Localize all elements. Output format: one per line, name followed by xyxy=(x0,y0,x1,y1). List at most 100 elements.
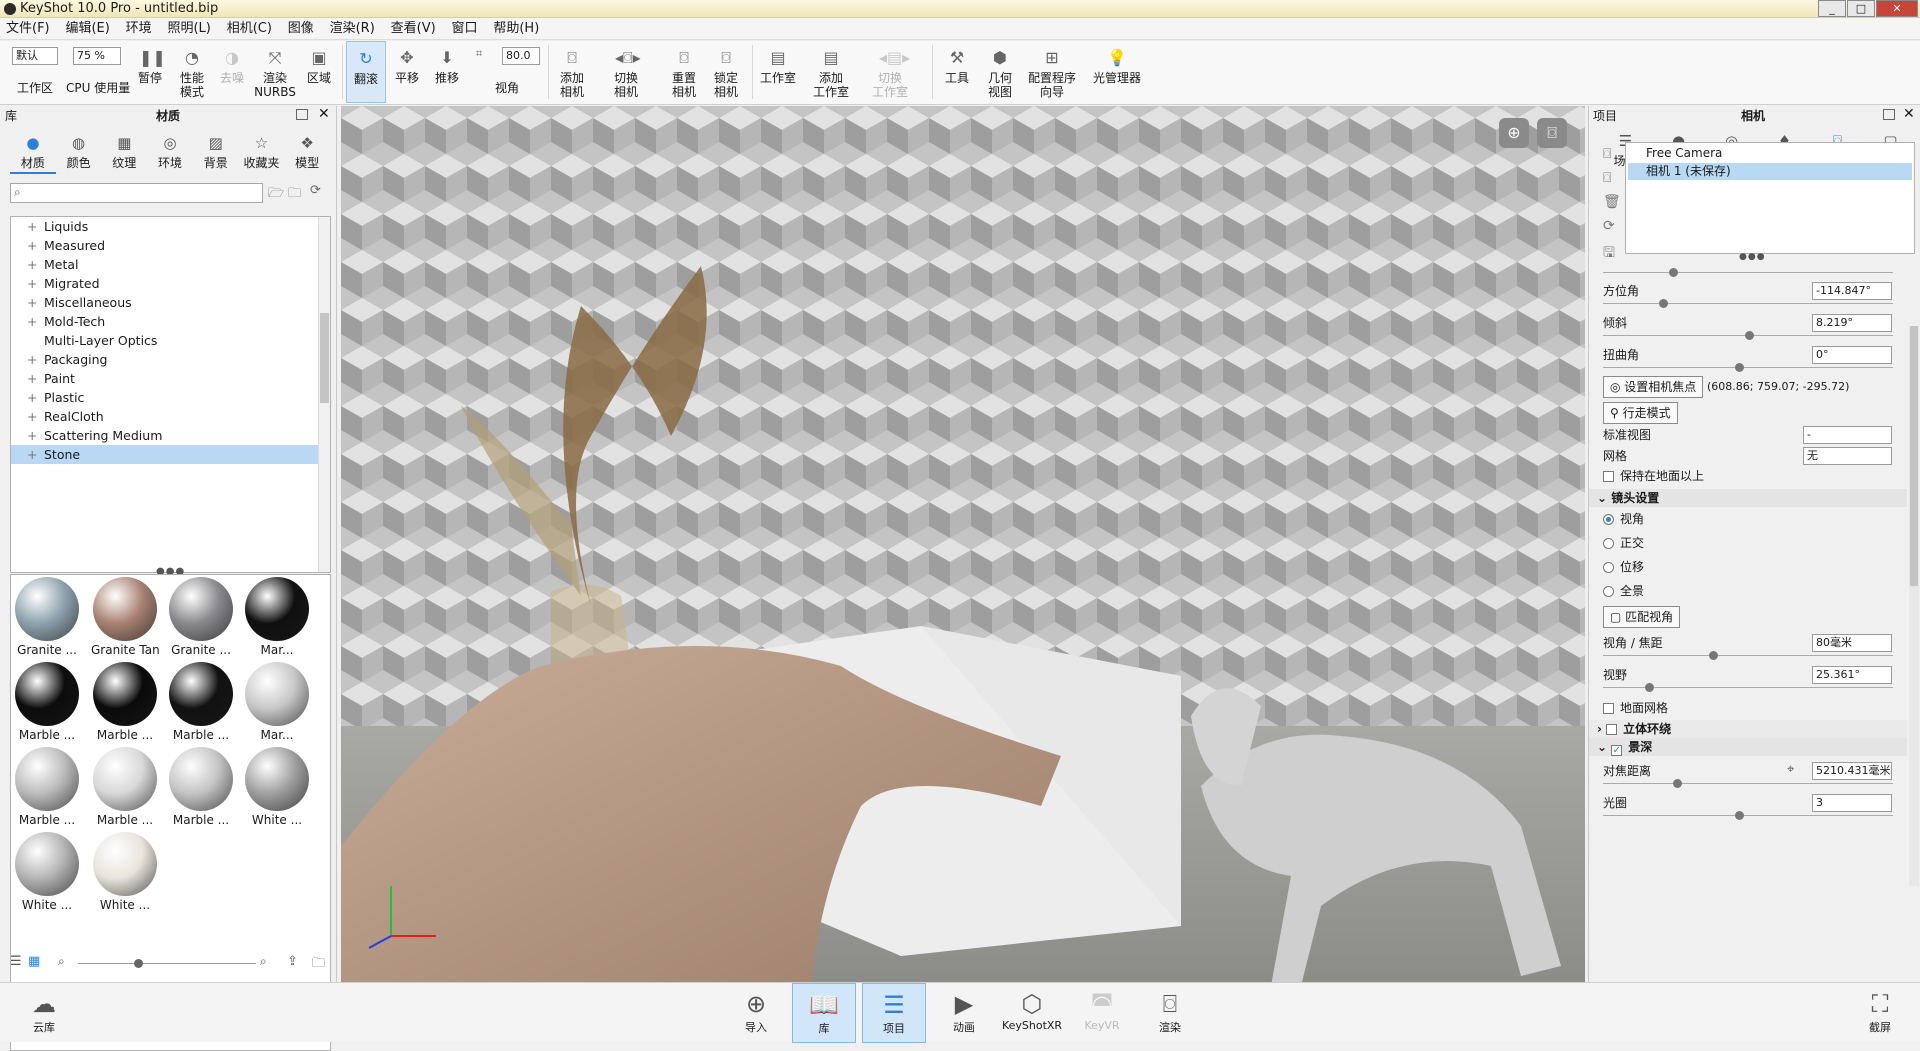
tree-item[interactable]: + Migrated xyxy=(11,274,330,293)
radio[interactable] xyxy=(1603,562,1614,573)
upload-icon[interactable]: ⇪ xyxy=(287,954,298,969)
render-viewport[interactable]: ⊕ ⌼ xyxy=(341,106,1585,982)
lock-camera-button[interactable]: ⌼ 锁定 相机 xyxy=(706,41,746,103)
camera-list-item-selected[interactable]: 相机 1 (未保存) xyxy=(1628,163,1912,180)
scrollbar-thumb[interactable] xyxy=(1910,326,1918,586)
twist-slider[interactable] xyxy=(1603,363,1893,372)
tab-backgrounds[interactable]: ▨ 背景 xyxy=(193,132,239,174)
tab-materials[interactable]: ● 材质 xyxy=(10,132,56,174)
tree-item[interactable]: + Scattering Medium xyxy=(11,426,330,445)
menu-window[interactable]: 窗口 xyxy=(446,18,484,40)
menu-view[interactable]: 查看(V) xyxy=(385,18,442,40)
splitter-handle[interactable]: ●●● xyxy=(1739,252,1766,262)
scrollbar-thumb[interactable] xyxy=(320,313,329,403)
grid-select[interactable]: 无 xyxy=(1803,447,1892,465)
duplicate-camera-icon[interactable]: ⌼ xyxy=(1603,170,1611,186)
crosshair-icon[interactable]: ⌖ xyxy=(1787,762,1794,777)
animation-button[interactable]: ▶ 动画 xyxy=(932,983,996,1043)
inclination-slider[interactable] xyxy=(1603,331,1893,340)
slider-knob[interactable] xyxy=(1673,779,1682,788)
denoise-button[interactable]: ◑ 去噪 xyxy=(214,41,250,103)
tree-item[interactable]: + Measured xyxy=(11,236,330,255)
configurator-wizard-button[interactable]: ⊞ 配置程序 向导 xyxy=(1024,41,1080,103)
add-studio-button[interactable]: ▤ 添加 工作室 xyxy=(808,41,854,103)
reset-camera-button[interactable]: ⌼ 重置 相机 xyxy=(664,41,704,103)
material-thumbnail[interactable]: Mar... xyxy=(243,577,311,657)
globe-toggle-icon[interactable]: ⊕ xyxy=(1499,118,1529,148)
focal-length-input[interactable]: 80毫米 xyxy=(1812,634,1892,652)
material-thumbnail[interactable]: Mar... xyxy=(243,662,311,742)
grid-view-icon[interactable]: ▦ xyxy=(28,954,40,969)
material-thumbnail[interactable]: Marble ... xyxy=(91,747,159,827)
material-thumbnail[interactable]: White ... xyxy=(243,747,311,827)
reset-icon[interactable]: ⟳ xyxy=(1603,218,1615,234)
add-camera-button[interactable]: ⌼ 添加 相机 xyxy=(552,41,592,103)
switch-camera-button[interactable]: ◂⌼▸ 切换 相机 xyxy=(598,41,654,103)
slider-knob[interactable] xyxy=(1735,363,1744,372)
switch-studio-button[interactable]: ◂▤▸ 切换 工作室 xyxy=(862,41,918,103)
geometry-view-button[interactable]: ⬢ 几何 视图 xyxy=(980,41,1020,103)
checkbox[interactable] xyxy=(1603,471,1614,482)
fov-input[interactable]: 80.0 xyxy=(502,47,540,65)
keep-above-ground-checkbox[interactable]: 保持在地面以上 xyxy=(1603,467,1704,485)
cpu-usage-select[interactable]: 75 % xyxy=(73,47,121,65)
field-of-view-slider[interactable] xyxy=(1603,683,1893,692)
lens-panoramic-radio[interactable]: 全景 xyxy=(1603,582,1644,600)
panel-scrollbar[interactable] xyxy=(1909,326,1919,886)
maximize-button[interactable]: □ xyxy=(1847,0,1875,17)
material-thumbnail[interactable]: Marble ... xyxy=(167,662,235,742)
material-thumbnail[interactable]: Marble ... xyxy=(167,747,235,827)
slider-knob[interactable] xyxy=(1735,811,1744,820)
material-thumbnail[interactable]: Marble ... xyxy=(13,747,81,827)
inclination-input[interactable]: 8.219° xyxy=(1812,314,1892,332)
save-icon[interactable]: 🖫 xyxy=(1603,242,1615,266)
tree-item[interactable]: + Miscellaneous xyxy=(11,293,330,312)
material-thumbnail[interactable]: Granite ... xyxy=(167,577,235,657)
radio[interactable] xyxy=(1603,586,1614,597)
cloud-library-button[interactable]: ☁ 云库 xyxy=(12,983,76,1043)
keyshotxr-button[interactable]: ⬡ KeyShotXR xyxy=(1000,983,1064,1043)
import-button[interactable]: ⊕ 导入 xyxy=(724,983,788,1043)
walk-mode-button[interactable]: ⚲ 行走模式 xyxy=(1603,402,1678,424)
standard-view-select[interactable]: - xyxy=(1803,426,1892,444)
tab-colors[interactable]: ◍ 颜色 xyxy=(56,132,102,174)
slider-knob[interactable] xyxy=(1659,299,1668,308)
region-button[interactable]: ▣ 区域 xyxy=(300,41,338,103)
tree-item[interactable]: + Plastic xyxy=(11,388,330,407)
slider-knob[interactable] xyxy=(1645,683,1654,692)
slider-knob[interactable] xyxy=(134,959,143,968)
slider-knob[interactable] xyxy=(1709,651,1718,660)
checkbox[interactable] xyxy=(1603,703,1614,714)
match-perspective-button[interactable]: ▢ 匹配视角 xyxy=(1603,606,1681,628)
material-thumbnail[interactable]: White ... xyxy=(91,832,159,912)
delete-icon[interactable]: 🗑 xyxy=(1603,194,1621,210)
tree-item[interactable]: + Liquids xyxy=(11,217,330,236)
tree-item[interactable]: Multi-Layer Optics xyxy=(11,331,330,350)
tree-item[interactable]: + Mold-Tech xyxy=(11,312,330,331)
camera-lock-overlay-icon[interactable]: ⌼ xyxy=(1537,118,1567,148)
azimuth-slider[interactable] xyxy=(1603,299,1893,308)
tumble-button[interactable]: ↻ 翻滚 xyxy=(346,41,386,103)
list-view-icon[interactable]: ☰ xyxy=(10,954,22,969)
distance-slider[interactable] xyxy=(1603,268,1893,277)
workspace-select[interactable]: 默认 xyxy=(12,47,58,65)
add-camera-icon[interactable]: ⌼ xyxy=(1603,146,1611,162)
radio[interactable] xyxy=(1603,514,1614,525)
focus-distance-input[interactable]: 5210.431毫米 xyxy=(1812,762,1892,780)
pause-button[interactable]: ❚❚ 暂停 xyxy=(132,41,168,103)
aperture-slider[interactable] xyxy=(1603,811,1893,820)
menu-edit[interactable]: 编辑(E) xyxy=(59,18,115,40)
checkbox-checked[interactable]: ✓ xyxy=(1611,745,1623,756)
twist-input[interactable]: 0° xyxy=(1812,346,1892,364)
close-panel-icon[interactable]: ✕ xyxy=(1903,106,1915,122)
material-thumbnail[interactable]: Marble ... xyxy=(91,662,159,742)
keyvr-button[interactable]: ◚ KeyVR xyxy=(1070,983,1134,1043)
minimize-button[interactable]: _ xyxy=(1818,0,1846,17)
tree-item[interactable]: + Packaging xyxy=(11,350,330,369)
refresh-icon[interactable]: ⟳ xyxy=(310,183,321,198)
menu-lighting[interactable]: 照明(L) xyxy=(161,18,216,40)
radio[interactable] xyxy=(1603,538,1614,549)
library-button[interactable]: 📖 库 xyxy=(792,983,856,1043)
tools-button[interactable]: ⚒ 工具 xyxy=(938,41,976,103)
lens-shift-radio[interactable]: 位移 xyxy=(1603,558,1644,576)
